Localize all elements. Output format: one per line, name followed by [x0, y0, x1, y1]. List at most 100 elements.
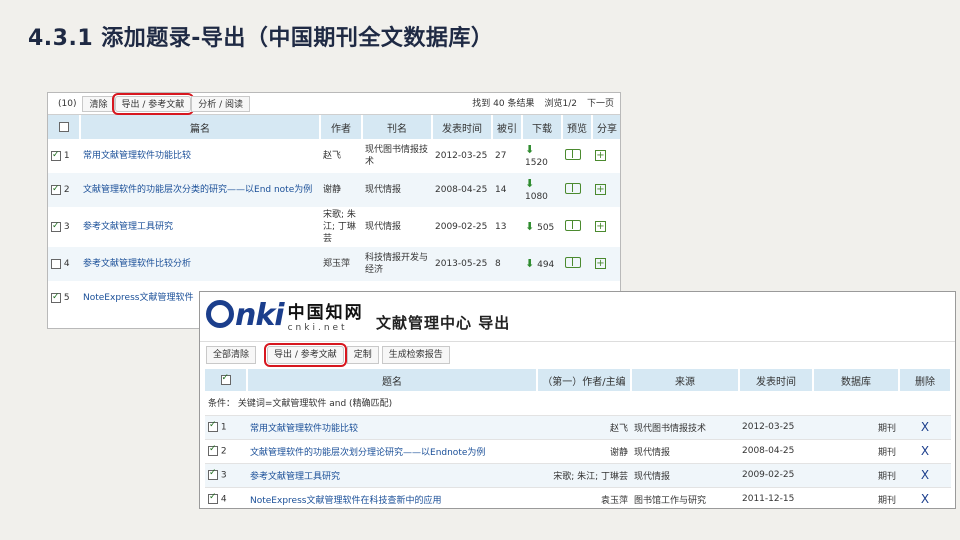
article-title-link[interactable]: 参考文献管理工具研究 — [80, 207, 320, 247]
download-count: 505 — [537, 222, 555, 233]
delete-icon[interactable]: X — [921, 420, 929, 434]
row-checkbox[interactable] — [51, 258, 61, 269]
download-icon[interactable]: ⬇ — [525, 220, 534, 233]
download-icon[interactable]: ⬇ — [525, 143, 534, 156]
author-text: 谢静 — [537, 439, 631, 464]
row-checkbox[interactable] — [208, 444, 218, 456]
col-date-header[interactable]: 发表时间 — [432, 115, 493, 139]
row-number: 3 — [63, 222, 70, 232]
author-link[interactable]: 宋歌; 朱江; 丁琳芸 — [320, 207, 362, 247]
row-checkbox[interactable] — [51, 149, 61, 161]
row-number: 1 — [63, 151, 70, 161]
delete-icon[interactable]: X — [921, 492, 929, 506]
selected-count-badge: (10) — [58, 98, 77, 109]
table-row: 1 常用文献管理软件功能比较 赵飞 现代图书情报技术 2012-03-25 期刊… — [205, 415, 951, 440]
article-title-link[interactable]: 常用文献管理软件功能比较 — [80, 139, 320, 173]
customize-button[interactable]: 定制 — [346, 346, 379, 364]
share-plus-icon[interactable]: + — [595, 221, 606, 232]
journal-link[interactable]: 现代情报 — [362, 173, 432, 207]
preview-book-icon[interactable] — [565, 219, 581, 231]
row-number: 4 — [220, 494, 227, 505]
share-plus-icon[interactable]: + — [595, 258, 606, 269]
publish-date: 2008-04-25 — [432, 173, 492, 207]
source-text: 图书馆工作与研究 — [631, 487, 739, 508]
col-title-header[interactable]: 篇名 — [80, 115, 321, 139]
article-title-link[interactable]: 参考文献管理软件比较分析 — [80, 247, 320, 281]
row-number: 5 — [63, 293, 70, 303]
author-link[interactable]: 谢静 — [320, 173, 362, 207]
row-checkbox[interactable] — [208, 420, 218, 432]
export-center-header: nki 中国知网 cnki.net 文献管理中心 导出 — [200, 292, 955, 342]
cnki-url: cnki.net — [287, 323, 348, 333]
download-icon[interactable]: ⬇ — [525, 257, 534, 270]
cited-count[interactable]: 27 — [492, 139, 522, 173]
publish-date: 2009-02-25 — [739, 463, 813, 488]
cited-count[interactable]: 14 — [492, 173, 522, 207]
col-cited-header[interactable]: 被引 — [492, 115, 523, 139]
database-text: 期刊 — [813, 439, 899, 464]
article-title-link[interactable]: 参考文献管理工具研究 — [247, 463, 537, 488]
journal-link[interactable]: 现代情报 — [362, 207, 432, 247]
next-page-link[interactable]: 下一页 — [587, 96, 614, 109]
publish-date: 2008-04-25 — [739, 439, 813, 464]
row-checkbox[interactable] — [208, 492, 218, 504]
search-condition: 条件： 关键词=文献管理软件 and (精确匹配) — [205, 391, 951, 416]
page-title: 文献管理中心 导出 — [376, 314, 511, 332]
preview-book-icon[interactable] — [565, 182, 581, 194]
row-checkbox[interactable] — [51, 183, 61, 195]
row-checkbox[interactable] — [208, 468, 218, 480]
article-title-link[interactable]: NoteExpress文献管理软件在科技查新中的应用 — [247, 487, 537, 508]
author-link[interactable]: 郑玉萍 — [320, 247, 362, 281]
generate-report-button[interactable]: 生成检索报告 — [381, 346, 450, 364]
export-references-button[interactable]: 导出 / 参考文献 — [264, 343, 347, 367]
cited-count[interactable]: 8 — [492, 247, 522, 281]
author-text: 赵飞 — [537, 415, 631, 440]
journal-link[interactable]: 科技情报开发与经济 — [362, 247, 432, 281]
download-icon[interactable]: ⬇ — [525, 177, 534, 190]
row-number: 4 — [63, 259, 70, 269]
clear-all-button[interactable]: 全部清除 — [206, 346, 257, 364]
col-author-header[interactable]: 作者 — [320, 115, 363, 139]
cnki-c-ring — [206, 300, 234, 328]
export-references-button[interactable]: 导出 / 参考文献 — [111, 93, 195, 115]
preview-book-icon[interactable] — [565, 256, 581, 268]
database-text: 期刊 — [813, 415, 899, 440]
author-text: 宋歌; 朱江; 丁琳芸 — [537, 463, 631, 488]
table-row: 3 参考文献管理工具研究 宋歌; 朱江; 丁琳芸 现代情报 2009-02-25… — [205, 463, 951, 488]
row-number: 2 — [63, 185, 70, 195]
col-title-header: 题名 — [247, 369, 538, 391]
delete-icon[interactable]: X — [921, 444, 929, 458]
row-checkbox[interactable] — [51, 291, 61, 303]
table-row: 3 参考文献管理工具研究 宋歌; 朱江; 丁琳芸 现代情报 2009-02-25… — [48, 207, 620, 247]
row-number: 2 — [220, 446, 227, 457]
analysis-reading-button[interactable]: 分析 / 阅读 — [191, 95, 251, 112]
journal-link[interactable]: 现代图书情报技术 — [362, 139, 432, 173]
clear-button[interactable]: 清除 — [82, 95, 115, 112]
export-center-screenshot: nki 中国知网 cnki.net 文献管理中心 导出 全部清除 导出 / 参考… — [199, 291, 956, 509]
article-title-link[interactable]: 常用文献管理软件功能比较 — [247, 415, 537, 440]
slide-title: 4.3.1 添加题录-导出（中国期刊全文数据库） — [28, 26, 494, 51]
col-journal-header[interactable]: 刊名 — [362, 115, 433, 139]
preview-book-icon[interactable] — [565, 148, 581, 160]
share-plus-icon[interactable]: + — [595, 150, 606, 161]
share-plus-icon[interactable]: + — [595, 184, 606, 195]
col-database-header: 数据库 — [813, 369, 900, 391]
col-share-header: 分享 — [592, 115, 620, 139]
source-text: 现代图书情报技术 — [631, 415, 739, 440]
select-all-header[interactable] — [48, 115, 81, 139]
col-preview-header: 预览 — [562, 115, 593, 139]
select-all-checkbox[interactable] — [220, 373, 231, 385]
row-checkbox[interactable] — [51, 220, 61, 232]
publish-date: 2012-03-25 — [435, 151, 488, 161]
article-title-link[interactable]: 文献管理软件的功能层次划分理论研究——以Endnote为例 — [247, 439, 537, 464]
select-all-checkbox[interactable] — [58, 121, 69, 132]
article-title-link[interactable]: 文献管理软件的功能层次分类的研究——以End note为例 — [80, 173, 320, 207]
col-download-header[interactable]: 下载 — [522, 115, 563, 139]
database-text: 期刊 — [813, 463, 899, 488]
author-link[interactable]: 赵飞 — [320, 139, 362, 173]
results-header-row: 篇名 作者 刊名 发表时间 被引 下载 预览 分享 — [48, 115, 620, 139]
cited-count[interactable]: 13 — [492, 207, 522, 247]
publish-date: 2013-05-25 — [432, 247, 492, 281]
delete-icon[interactable]: X — [921, 468, 929, 482]
cnki-logo[interactable]: nki 中国知网 cnki.net — [206, 298, 364, 333]
